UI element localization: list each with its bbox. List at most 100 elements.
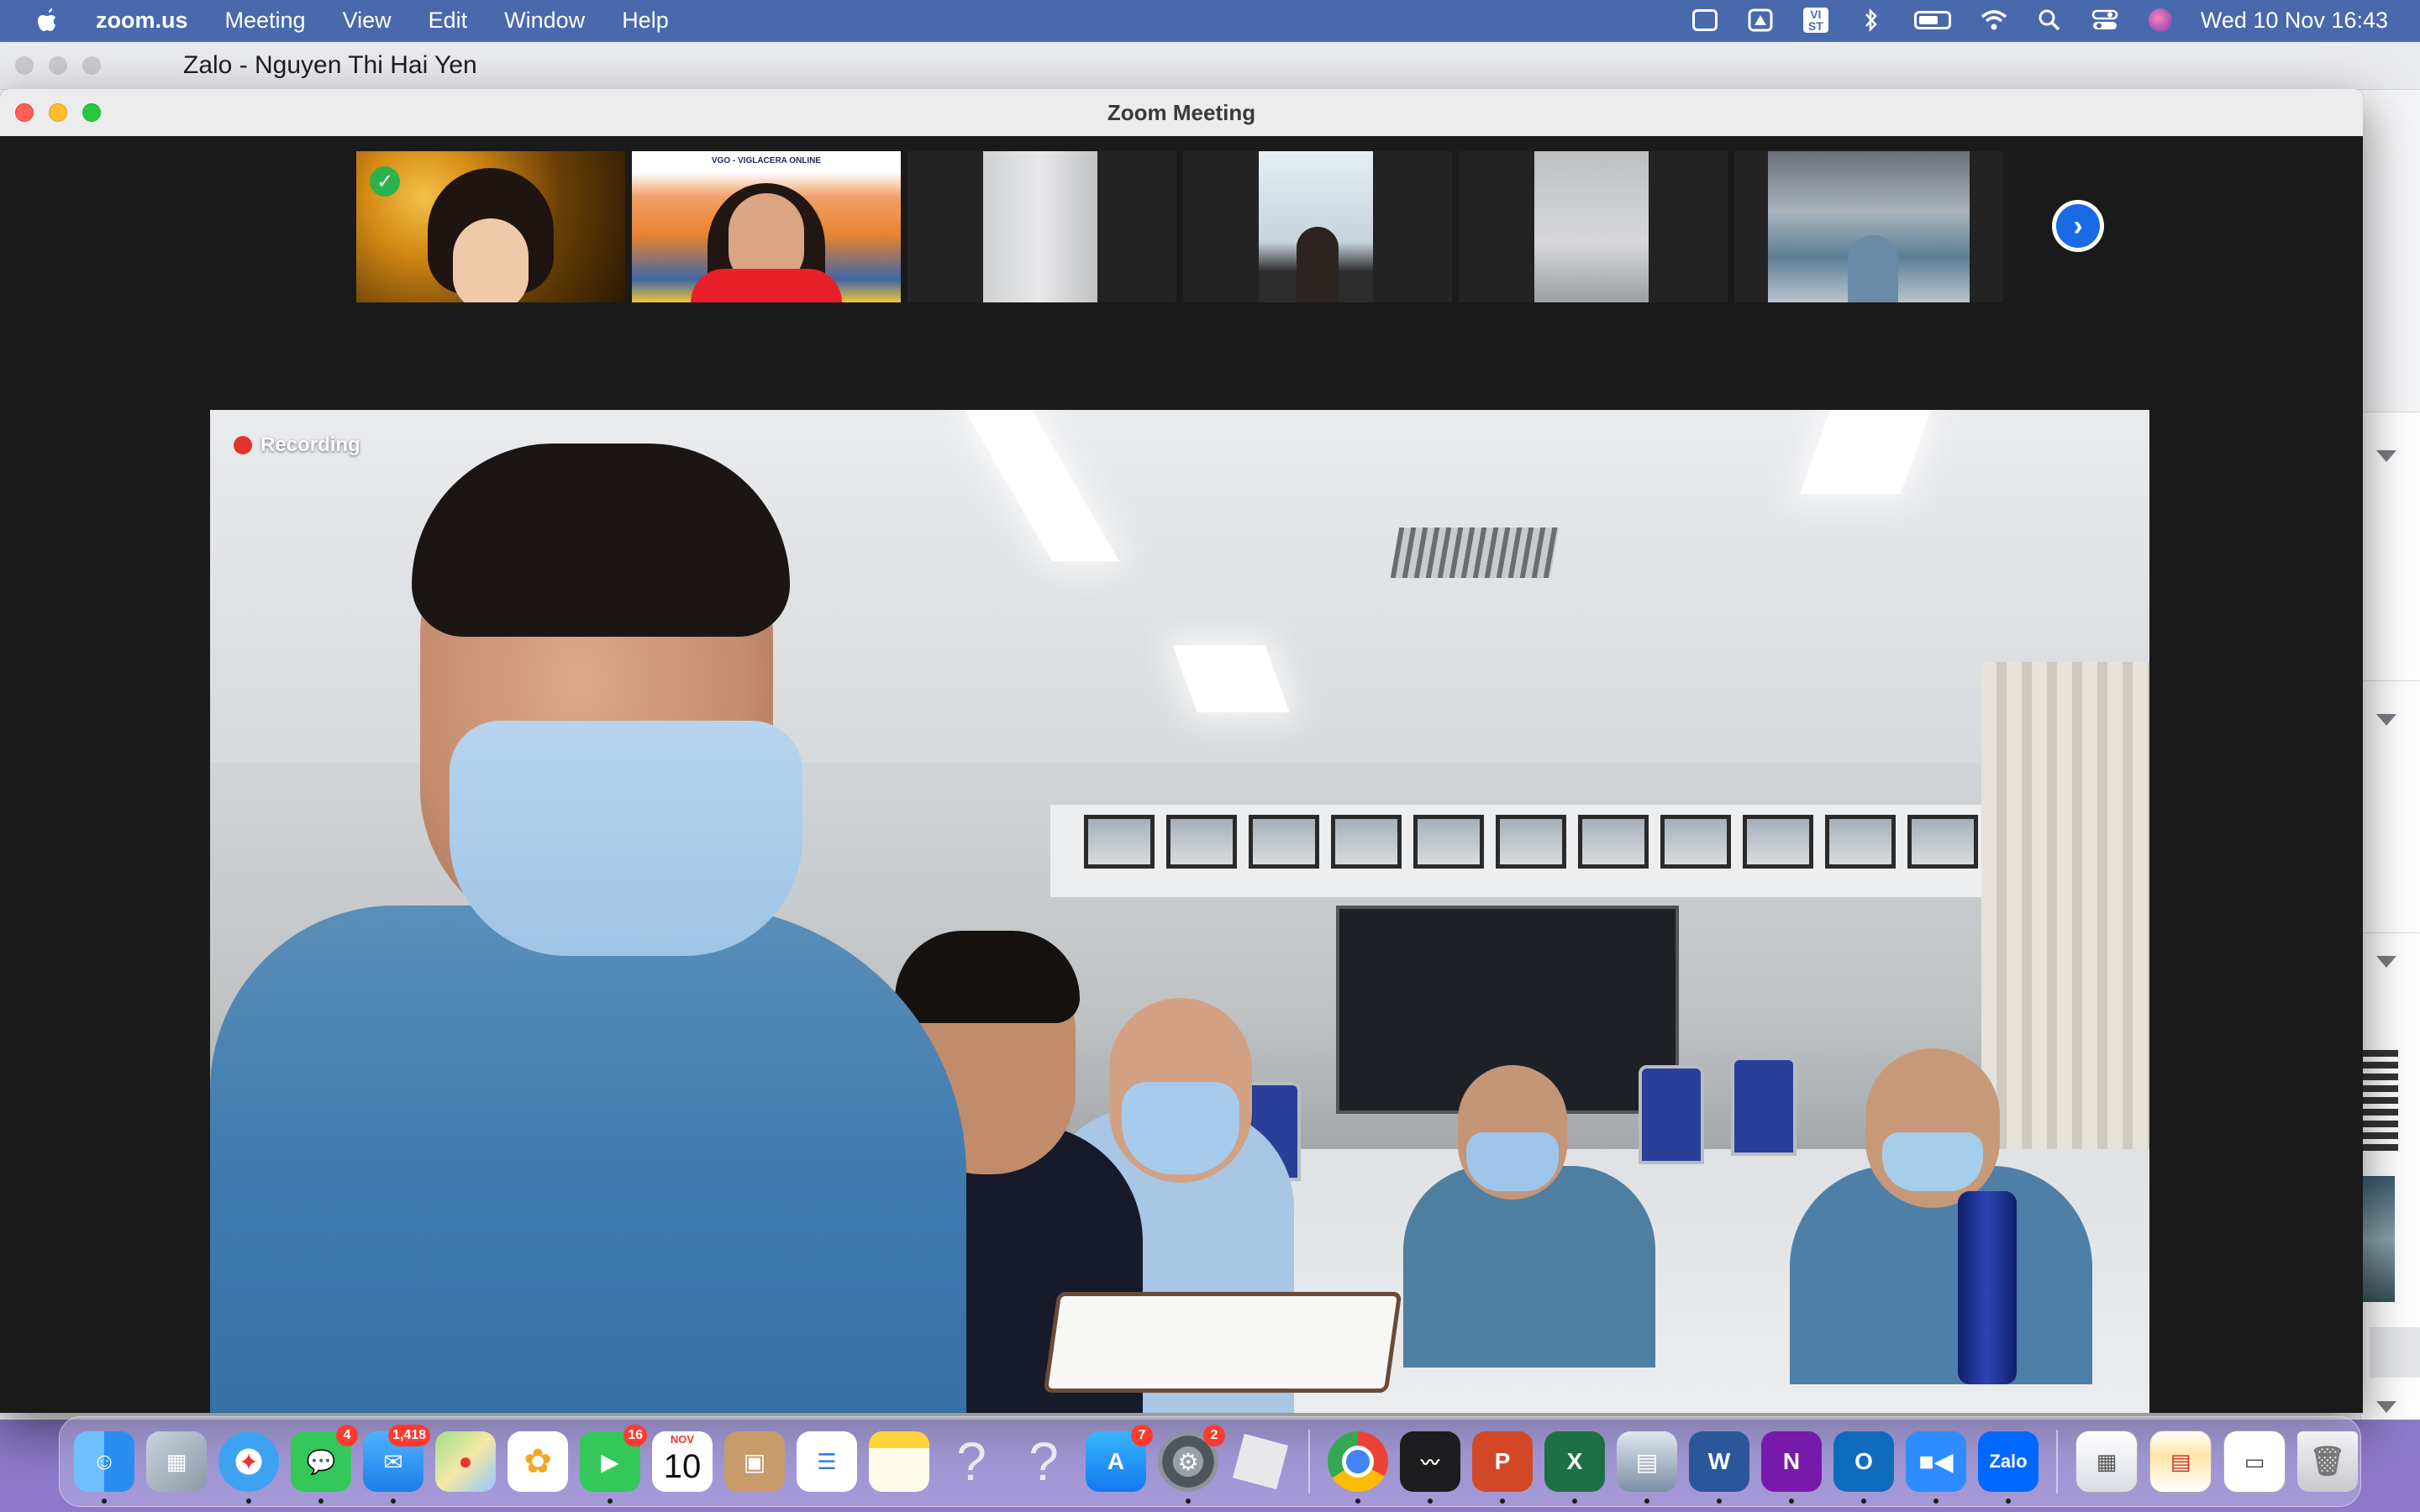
dock-facetime[interactable]: ▶ 16: [580, 1425, 647, 1504]
outlook-icon: O: [1854, 1448, 1873, 1474]
siri-icon[interactable]: [2145, 8, 2175, 32]
zalo-zoom-button[interactable]: [82, 56, 101, 75]
envelope-icon: ✉: [383, 1448, 403, 1475]
chevron-down-icon[interactable]: [2376, 956, 2396, 968]
dock-separator: [1308, 1430, 1310, 1494]
participant-thumbnail[interactable]: [1183, 151, 1452, 302]
menu-bar-clock[interactable]: Wed 10 Nov 16:43: [2201, 8, 2388, 34]
drive-icon[interactable]: [1745, 8, 1776, 32]
facetime-badge: 16: [623, 1425, 647, 1446]
participant-thumbnail[interactable]: ✓: [356, 151, 625, 302]
document-icon: ▦: [2096, 1448, 2118, 1474]
participant-thumbnail-strip: ✓ VGO - VIGLACERA ONLINE: [356, 151, 2010, 302]
participant-thumbnail[interactable]: [1734, 151, 2003, 302]
document-icon: ▤: [2170, 1448, 2191, 1474]
chevron-down-icon[interactable]: [2376, 1401, 2396, 1413]
contact-card-icon: ▣: [743, 1448, 766, 1475]
calendar-month: NOV: [670, 1433, 695, 1446]
zalo-close-button[interactable]: [15, 56, 34, 75]
zoom-meeting-window: Zoom Meeting ✓ VGO - VIGLACERA ONLINE › …: [0, 89, 2363, 1413]
menu-edit[interactable]: Edit: [429, 8, 468, 34]
dock-document-stack[interactable]: ▤: [2149, 1431, 2212, 1493]
map-pin-icon: ●: [458, 1448, 473, 1474]
dock-photos[interactable]: ✿: [508, 1431, 568, 1492]
control-center-icon[interactable]: [2090, 8, 2120, 32]
battery-icon[interactable]: [1912, 8, 1954, 32]
record-dot-icon: [234, 436, 252, 454]
question-mark-icon: ?: [1028, 1431, 1059, 1492]
menu-meeting[interactable]: Meeting: [225, 8, 306, 34]
dock-powerpoint[interactable]: P: [1472, 1431, 1533, 1504]
dock-trash[interactable]: 🗑: [2297, 1431, 2358, 1492]
chevron-down-icon[interactable]: [2376, 714, 2396, 726]
zalo-panel-block: [2370, 1327, 2420, 1378]
zalo-icon: Zalo: [1989, 1451, 2028, 1472]
check-icon: ✓: [370, 166, 400, 197]
bluetooth-icon[interactable]: [1856, 8, 1886, 33]
dock-preview[interactable]: ▤: [1617, 1431, 1677, 1504]
participant-thumbnail[interactable]: [908, 151, 1176, 302]
trash-icon: 🗑: [2309, 1446, 2346, 1478]
zalo-titlebar: Zalo - Nguyen Thi Hai Yen: [0, 42, 2420, 90]
dock-launchpad[interactable]: ▦: [146, 1431, 207, 1492]
system-preferences-badge: 2: [1203, 1425, 1225, 1446]
calendar-day: 10: [663, 1448, 702, 1485]
dock-stocks[interactable]: 〰: [1400, 1431, 1460, 1504]
active-speaker-video[interactable]: Recording: [210, 410, 2149, 1413]
input-source-icon[interactable]: VI ST: [1801, 8, 1831, 33]
messages-badge: 4: [336, 1425, 358, 1446]
dock-zoom[interactable]: ■◀: [1906, 1431, 1966, 1504]
chevron-down-icon[interactable]: [2376, 450, 2396, 462]
dock-unknown-app-1[interactable]: ?: [941, 1431, 1002, 1492]
checklist-icon: ☰: [817, 1448, 837, 1474]
gear-icon: ⚙: [1177, 1448, 1199, 1475]
zalo-minimize-button[interactable]: [49, 56, 67, 75]
dock-document-stack[interactable]: ▦: [2075, 1431, 2138, 1493]
participant-thumbnail[interactable]: VGO - VIGLACERA ONLINE: [632, 151, 901, 302]
dock-messages[interactable]: 💬 4: [291, 1425, 358, 1504]
zoom-meeting-body: ✓ VGO - VIGLACERA ONLINE › Recording: [0, 136, 2363, 1413]
recording-indicator[interactable]: Recording: [234, 433, 360, 457]
dock-document-stack[interactable]: ▭: [2223, 1431, 2286, 1493]
dock-notes[interactable]: [869, 1431, 929, 1492]
zalo-divider: [2361, 932, 2420, 933]
wifi-icon[interactable]: [1979, 8, 2009, 32]
dock-maps[interactable]: ●: [435, 1431, 496, 1492]
dock-zalo[interactable]: Zalo: [1978, 1431, 2039, 1504]
dock-chrome[interactable]: [1328, 1431, 1388, 1504]
zalo-window-title: Zalo - Nguyen Thi Hai Yen: [183, 51, 477, 79]
menu-window[interactable]: Window: [504, 8, 585, 34]
zoom-status-icon[interactable]: [1690, 8, 1720, 32]
dock-roblox[interactable]: [1230, 1431, 1291, 1492]
menu-view[interactable]: View: [343, 8, 392, 34]
next-page-button[interactable]: ›: [2052, 200, 2104, 252]
waveform-icon: 〰: [1420, 1452, 1439, 1473]
media-thumbnail[interactable]: [2361, 1176, 2395, 1302]
dock-system-preferences[interactable]: ⚙ 2: [1158, 1425, 1225, 1504]
word-icon: W: [1707, 1448, 1731, 1474]
apple-menu-icon[interactable]: [34, 7, 62, 34]
onenote-icon: N: [1782, 1448, 1801, 1474]
thumbnail-banner: VGO - VIGLACERA ONLINE: [711, 156, 822, 165]
dock-outlook[interactable]: O: [1833, 1431, 1894, 1504]
dock-unknown-app-2[interactable]: ?: [1013, 1431, 1074, 1492]
dock-contacts[interactable]: ▣: [724, 1431, 785, 1492]
chat-bubble-icon: 💬: [306, 1448, 336, 1475]
dock-reminders[interactable]: ☰: [797, 1431, 857, 1492]
dock-word[interactable]: W: [1689, 1431, 1749, 1504]
participant-thumbnail[interactable]: [1459, 151, 1728, 302]
dock-calendar[interactable]: NOV 10: [652, 1431, 713, 1492]
dock-mail[interactable]: ✉ 1,418: [363, 1425, 430, 1504]
spotlight-icon[interactable]: [2034, 8, 2065, 32]
dock-separator: [2056, 1430, 2058, 1494]
dock-finder[interactable]: ☺: [74, 1431, 134, 1504]
compass-icon: ✦: [239, 1448, 259, 1475]
dock-safari[interactable]: ✦: [218, 1431, 279, 1504]
recording-label: Recording: [260, 433, 360, 456]
preview-icon: ▤: [1635, 1448, 1659, 1475]
app-menu-zoom[interactable]: zoom.us: [96, 8, 188, 34]
menu-help[interactable]: Help: [622, 8, 669, 34]
dock-excel[interactable]: X: [1544, 1431, 1605, 1504]
dock-app-store[interactable]: A 7: [1086, 1425, 1153, 1492]
dock-onenote[interactable]: N: [1761, 1431, 1822, 1504]
